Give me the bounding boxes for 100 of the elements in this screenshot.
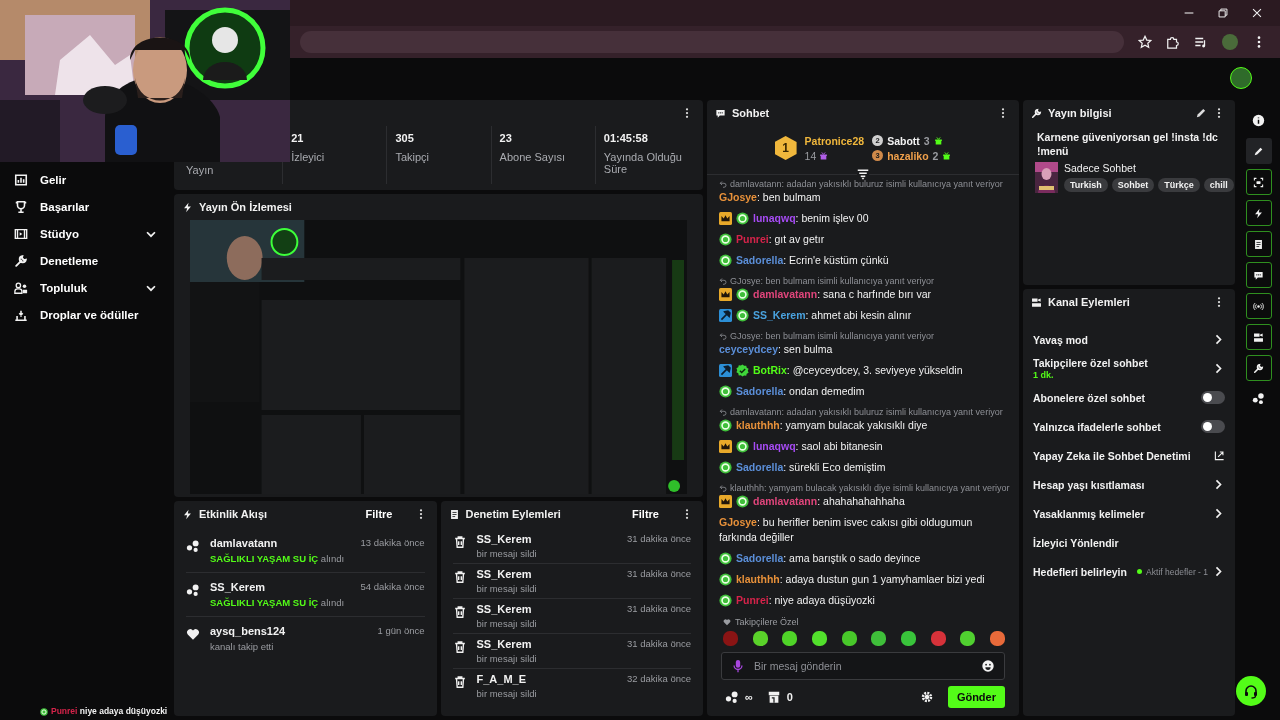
chat-message: Punrei: niye adaya düşüyozki — [736, 593, 875, 608]
rail-button[interactable] — [1245, 355, 1272, 381]
tag-chip[interactable]: Sohbet — [1111, 178, 1155, 192]
sidebar-item[interactable]: Topluluk — [0, 274, 172, 301]
chat-message: Sadorella: sürekli Eco demiştim — [736, 460, 886, 475]
emote-icon[interactable] — [989, 631, 1005, 646]
sidebar-item[interactable]: Başarılar — [0, 193, 172, 220]
dots-icon — [186, 583, 200, 597]
user-name: SS_Kerem — [476, 603, 532, 615]
reply-note: klauthhh: yamyam bulacak yakısıklı diye isimli kullanıcıya yanıt veriyor — [730, 482, 1010, 494]
action-label[interactable]: Yavaş mod — [1033, 333, 1088, 346]
emote-icon[interactable] — [752, 631, 768, 646]
store-icon[interactable] — [766, 690, 781, 704]
dots-icon[interactable] — [1252, 392, 1265, 405]
time-ago: 31 dakika önce — [627, 533, 691, 545]
rail-button[interactable] — [1245, 293, 1272, 319]
user-name: SS_Kerem — [476, 533, 532, 545]
puzzle-icon[interactable] — [1166, 35, 1180, 49]
close-icon[interactable] — [1250, 6, 1264, 20]
tag-chip[interactable]: Türkçe — [1158, 178, 1200, 192]
chat-message: Sadorella: ama barıştık o sado deyince — [736, 551, 921, 566]
points-value: ∞ — [745, 691, 753, 703]
rail-button[interactable] — [1245, 324, 1272, 350]
sidebar-item[interactable]: Droplar ve ödüller — [0, 301, 172, 328]
sidebar-item[interactable]: Stüdyo — [0, 220, 172, 247]
action-label[interactable]: Yalnızca ifadelerle sohbet — [1033, 420, 1161, 433]
rail-button[interactable] — [1245, 262, 1272, 288]
tag-chip[interactable]: Turkish — [1064, 178, 1108, 192]
message-input[interactable]: Bir mesaj gönderin — [721, 652, 1005, 680]
send-button[interactable]: Gönder — [947, 686, 1005, 708]
reply-note: damlavatann: adadan yakısıklı buluruz isimli kullanıcıya yanıt veriyor — [730, 406, 1003, 418]
action-label[interactable]: Yapay Zeka ile Sohbet Denetimi — [1033, 449, 1191, 462]
settings-icon[interactable] — [919, 690, 934, 704]
edit-icon[interactable] — [1195, 107, 1207, 119]
user-name: aysq_bens124 — [210, 625, 286, 637]
leader-name: Patronice28 — [804, 134, 865, 147]
event-text: kanalı takip etti — [210, 641, 275, 652]
emote-icon[interactable] — [782, 631, 798, 646]
chat-message: lunaqwq: benim işlev 00 — [753, 211, 869, 226]
rail-button[interactable] — [1245, 231, 1272, 257]
action-label[interactable]: Hesap yaşı kısıtlaması — [1033, 478, 1145, 491]
leader-name: Sabott — [887, 134, 920, 147]
emoji-icon[interactable] — [981, 659, 995, 673]
chat-message: BotRix: @ceyceydcey, 3. seviyeye yükseldin — [753, 363, 963, 378]
emote-icon[interactable] — [841, 631, 857, 646]
dots-icon — [186, 539, 200, 553]
store-count: 0 — [786, 691, 793, 703]
action-label[interactable]: Abonelere özel sohbet — [1033, 391, 1146, 404]
support-button[interactable] — [1236, 676, 1266, 706]
action-label[interactable]: Yasaklanmış kelimeler — [1033, 507, 1145, 520]
time-ago: 31 dakika önce — [627, 603, 691, 615]
info-icon[interactable] — [1252, 114, 1265, 127]
stat-label: Yayında Olduğu Süre — [603, 151, 683, 175]
chat-message: damlavatann: ahahahahahhaha — [753, 494, 905, 509]
profile-avatar[interactable] — [1222, 34, 1238, 50]
overlay-chat-line: Punrei niye adaya düşüyozki — [51, 706, 168, 717]
rail-button[interactable] — [1245, 169, 1272, 195]
microphone-icon[interactable] — [731, 659, 745, 673]
action-label[interactable]: İzleyici Yönlendir — [1033, 536, 1119, 549]
rank-badge: 1 — [774, 136, 797, 160]
sidebar-item[interactable]: Denetleme — [0, 247, 172, 274]
chat-message: ceyceydcey: sen bulma — [719, 342, 833, 357]
toggle-switch[interactable] — [1201, 420, 1225, 433]
reply-icon — [719, 484, 727, 492]
trash-icon — [452, 570, 467, 584]
event-text: SAĞLIKLI YAŞAM SU İÇ alındı — [210, 553, 346, 564]
edit-button[interactable] — [1245, 138, 1272, 164]
user-avatar[interactable] — [1230, 67, 1252, 89]
filter-button[interactable]: Filtre — [626, 506, 665, 522]
external-link-icon[interactable] — [1214, 450, 1225, 461]
playlist-icon[interactable] — [1194, 35, 1208, 49]
emote-icon[interactable] — [871, 631, 887, 646]
wrench-icon — [1253, 362, 1264, 374]
chat-message: lunaqwq: saol abi bitanesin — [753, 439, 883, 454]
stat-value: 01:45:58 — [603, 132, 649, 144]
action-label[interactable]: Takipçilere özel sohbet — [1033, 357, 1148, 369]
category-name[interactable]: Sadece Sohbet — [1064, 162, 1234, 174]
chat-message: Sadorella: ondan demedim — [736, 384, 865, 399]
filter-button[interactable]: Filtre — [359, 506, 399, 522]
chat-message: SS_Kerem: ahmet abi kesin alınır — [753, 308, 912, 323]
chat-message: GJosye: ben bulmam — [719, 190, 821, 205]
video-icon — [1031, 296, 1042, 308]
event-text: bir mesajı sildi — [476, 583, 538, 594]
toggle-switch[interactable] — [1201, 391, 1225, 404]
time-ago: 31 dakika önce — [627, 638, 691, 650]
dots-icon — [725, 690, 739, 704]
emote-icon[interactable] — [811, 631, 827, 646]
time-ago: 31 dakika önce — [627, 568, 691, 580]
filter-lines-icon[interactable] — [857, 168, 869, 180]
action-label[interactable]: Hedefleri belirleyin — [1033, 565, 1127, 578]
sidebar-item[interactable]: Gelir — [0, 166, 172, 193]
user-name: SS_Kerem — [476, 638, 532, 650]
emote-icon[interactable] — [900, 631, 916, 646]
round-badge-icon — [40, 707, 48, 716]
restore-icon[interactable] — [1216, 6, 1230, 20]
tag-chip[interactable]: chill — [1203, 178, 1234, 192]
stat-value: 23 — [499, 132, 513, 144]
action-detail: 1 dk. — [1033, 370, 1055, 380]
emote-icon[interactable] — [960, 631, 976, 646]
star-icon[interactable] — [1138, 35, 1152, 49]
